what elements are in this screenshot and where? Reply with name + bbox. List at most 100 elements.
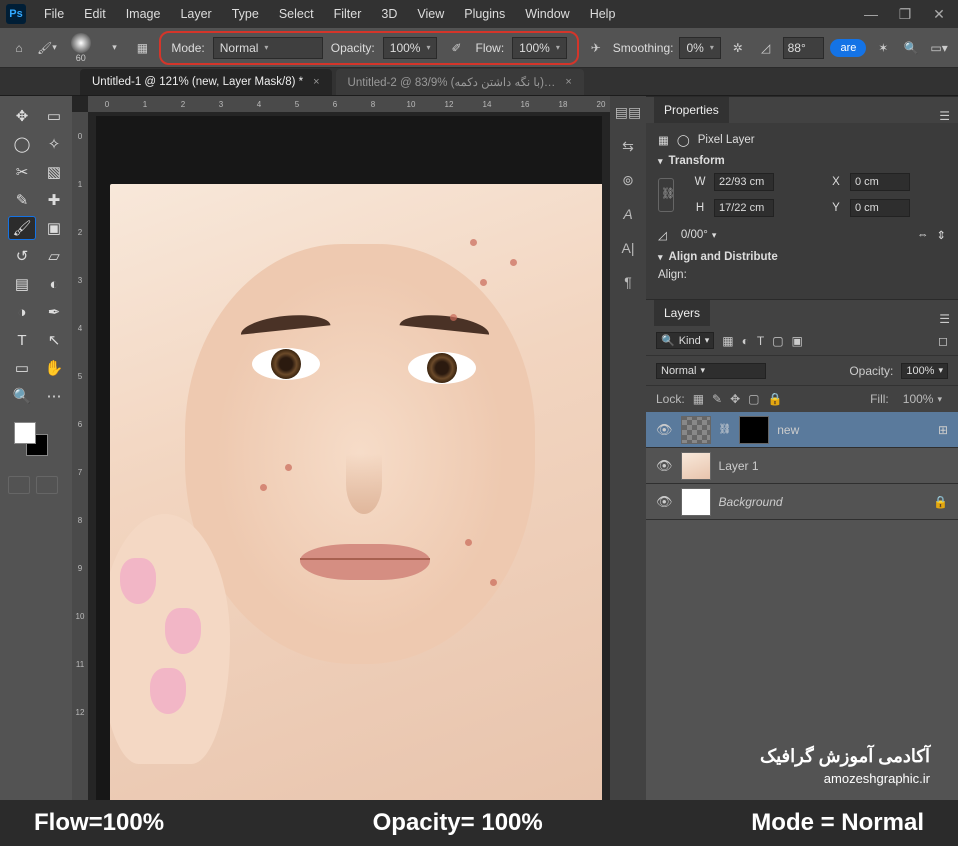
lasso-tool[interactable]: ◯ bbox=[8, 132, 36, 156]
menu-window[interactable]: Window bbox=[517, 3, 577, 25]
shape-tool[interactable]: ▭ bbox=[8, 356, 36, 380]
adjust-panel-icon[interactable]: ⊚ bbox=[617, 170, 639, 190]
close-button[interactable]: ✕ bbox=[922, 1, 956, 27]
symmetry-icon[interactable]: ✶ bbox=[872, 37, 894, 59]
restore-button[interactable]: ❐ bbox=[888, 1, 922, 27]
eraser-tool[interactable]: ▱ bbox=[40, 244, 68, 268]
menu-help[interactable]: Help bbox=[582, 3, 624, 25]
smoothing-dropdown[interactable]: 0%▾ bbox=[679, 37, 720, 59]
layer-row-new[interactable]: 👁 ⛓ new ⊞ bbox=[646, 412, 958, 448]
layer-thumb[interactable] bbox=[681, 452, 711, 480]
quickmask-icon[interactable] bbox=[8, 476, 30, 494]
menu-filter[interactable]: Filter bbox=[326, 3, 370, 25]
menu-plugins[interactable]: Plugins bbox=[456, 3, 513, 25]
fill-input[interactable]: 100%▾ bbox=[897, 390, 948, 408]
character-panel-icon[interactable]: A bbox=[617, 204, 639, 224]
brush-picker-chevron-icon[interactable]: ▾ bbox=[104, 37, 126, 59]
menu-type[interactable]: Type bbox=[224, 3, 267, 25]
layers-tab[interactable]: Layers bbox=[654, 300, 710, 326]
healing-tool[interactable]: ✚ bbox=[40, 188, 68, 212]
eyedropper-tool[interactable]: ✎ bbox=[8, 188, 36, 212]
mask-thumb[interactable] bbox=[739, 416, 769, 444]
home-icon[interactable]: ⌂ bbox=[8, 37, 30, 59]
rotation-input[interactable]: 0/00°▾ bbox=[675, 227, 723, 243]
properties-tab[interactable]: Properties bbox=[654, 97, 729, 123]
share-button[interactable]: are bbox=[830, 39, 866, 57]
lock-pixels-icon[interactable]: ✎ bbox=[712, 392, 722, 406]
history-brush-tool[interactable]: ↺ bbox=[8, 244, 36, 268]
minimize-button[interactable]: — bbox=[854, 1, 888, 27]
glyphs-panel-icon[interactable]: ¶ bbox=[617, 272, 639, 292]
lock-artboard-icon[interactable]: ▢ bbox=[748, 392, 759, 406]
mode-dropdown[interactable]: Normal▾ bbox=[213, 37, 323, 59]
dodge-tool[interactable]: ◑ bbox=[8, 300, 36, 324]
gradient-tool[interactable]: ▤ bbox=[8, 272, 36, 296]
layer-row-background[interactable]: 👁 Background 🔒 bbox=[646, 484, 958, 520]
tab-untitled-1[interactable]: Untitled-1 @ 121% (new, Layer Mask/8) * … bbox=[80, 69, 332, 95]
layer-name[interactable]: Background bbox=[719, 495, 783, 509]
blur-tool[interactable]: ◐ bbox=[40, 272, 68, 296]
zoom-tool[interactable]: 🔍 bbox=[8, 384, 36, 408]
layer-thumb[interactable] bbox=[681, 488, 711, 516]
visibility-icon[interactable]: 👁 bbox=[656, 458, 673, 474]
tab-untitled-2[interactable]: Untitled-2 @ 83/9% (با نگه داشتن دکمه)… … bbox=[336, 69, 584, 95]
hand-tool[interactable]: ✋ bbox=[40, 356, 68, 380]
flow-dropdown[interactable]: 100%▾ bbox=[512, 37, 567, 59]
brush-preview[interactable]: 60 bbox=[64, 33, 98, 63]
flip-h-icon[interactable]: ⇔ bbox=[917, 229, 929, 241]
canvas[interactable] bbox=[96, 116, 602, 800]
screenmode-icon[interactable] bbox=[36, 476, 58, 494]
height-input[interactable] bbox=[714, 199, 774, 217]
visibility-icon[interactable]: 👁 bbox=[656, 494, 673, 510]
layer-row-layer1[interactable]: 👁 Layer 1 bbox=[646, 448, 958, 484]
menu-select[interactable]: Select bbox=[271, 3, 322, 25]
menu-file[interactable]: File bbox=[36, 3, 72, 25]
pen-tool[interactable]: ✒ bbox=[40, 300, 68, 324]
type-tool[interactable]: T bbox=[8, 328, 36, 352]
panel-menu-icon[interactable]: ☰ bbox=[939, 109, 950, 123]
panel-menu-icon[interactable]: ☰ bbox=[939, 312, 950, 326]
align-heading[interactable]: Align and Distribute bbox=[669, 251, 778, 263]
menu-3d[interactable]: 3D bbox=[373, 3, 405, 25]
layer-name[interactable]: new bbox=[777, 423, 799, 437]
filter-smart-icon[interactable]: ▣ bbox=[792, 334, 803, 348]
filter-type-icon[interactable]: T bbox=[757, 334, 764, 348]
link-dimensions-icon[interactable] bbox=[658, 178, 674, 212]
stamp-tool[interactable]: ▣ bbox=[40, 216, 68, 240]
brush-tool[interactable]: 🖌 bbox=[8, 216, 36, 240]
color-panel-icon[interactable]: ▤▤ bbox=[617, 102, 639, 122]
layer-name[interactable]: Layer 1 bbox=[719, 459, 759, 473]
move-tool[interactable]: ✥ bbox=[8, 104, 36, 128]
airbrush-icon[interactable]: ✈ bbox=[585, 37, 607, 59]
paragraph-panel-icon[interactable]: A| bbox=[617, 238, 639, 258]
close-icon[interactable]: × bbox=[565, 76, 571, 88]
lock-transparency-icon[interactable]: ▦ bbox=[693, 392, 704, 406]
x-input[interactable] bbox=[850, 173, 910, 191]
filter-toggle-icon[interactable]: ◻ bbox=[938, 334, 948, 348]
lock-position-icon[interactable]: ✥ bbox=[730, 392, 740, 406]
close-icon[interactable]: × bbox=[313, 76, 319, 88]
swatches-panel-icon[interactable]: ⇆ bbox=[617, 136, 639, 156]
layer-add-icon[interactable]: ⊞ bbox=[938, 423, 948, 437]
layer-opacity-input[interactable]: 100%▾ bbox=[901, 363, 948, 379]
width-input[interactable] bbox=[714, 173, 774, 191]
brush-panel-icon[interactable]: ▦ bbox=[132, 37, 154, 59]
filter-pixels-icon[interactable]: ▦ bbox=[722, 334, 733, 348]
opacity-dropdown[interactable]: 100%▾ bbox=[383, 37, 438, 59]
workspace-dropdown-icon[interactable]: ▭▾ bbox=[928, 37, 950, 59]
layer-thumb[interactable] bbox=[681, 416, 711, 444]
foreground-swatch[interactable] bbox=[14, 422, 36, 444]
y-input[interactable] bbox=[850, 199, 910, 217]
menu-edit[interactable]: Edit bbox=[76, 3, 114, 25]
menu-layer[interactable]: Layer bbox=[172, 3, 219, 25]
opacity-pressure-icon[interactable]: ✐ bbox=[445, 37, 467, 59]
blend-mode-dropdown[interactable]: Normal▾ bbox=[656, 363, 766, 379]
lock-all-icon[interactable]: 🔒 bbox=[768, 392, 783, 406]
crop-tool[interactable]: ✂ bbox=[8, 160, 36, 184]
edit-toolbar-icon[interactable]: ⋯ bbox=[40, 384, 68, 408]
tool-preset-icon[interactable]: 🖌▾ bbox=[36, 37, 58, 59]
magic-wand-tool[interactable]: ✧ bbox=[40, 132, 68, 156]
menu-view[interactable]: View bbox=[409, 3, 452, 25]
path-select-tool[interactable]: ↖ bbox=[40, 328, 68, 352]
color-swatches[interactable] bbox=[8, 418, 68, 462]
